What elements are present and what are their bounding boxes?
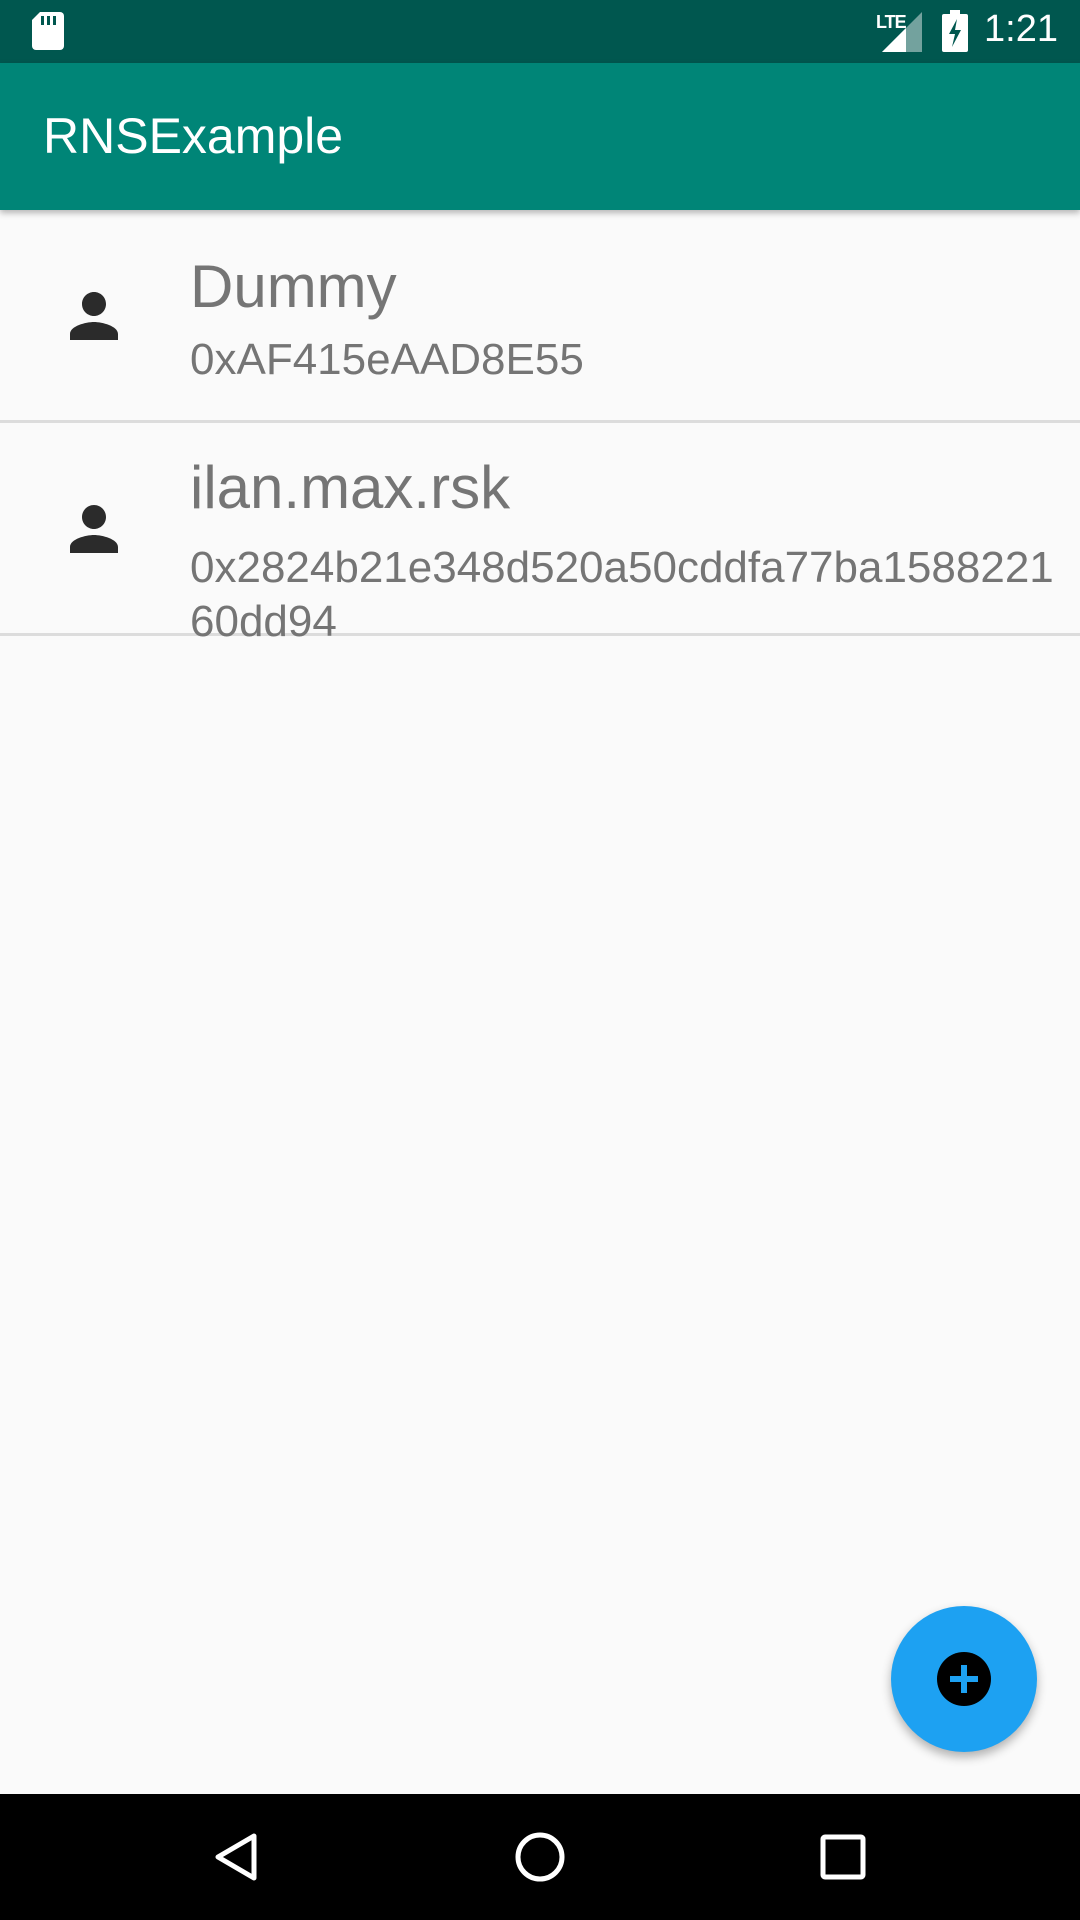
sd-card-icon — [32, 12, 64, 50]
battery-charging-icon — [942, 10, 968, 52]
status-bar: LTE 1:21 — [0, 0, 1080, 63]
status-clock: 1:21 — [984, 8, 1058, 50]
back-icon[interactable] — [202, 1822, 272, 1892]
contact-name: Dummy — [190, 253, 397, 320]
app-title: RNSExample — [43, 108, 344, 164]
person-icon — [70, 292, 118, 340]
contact-list-item[interactable]: ilan.max.rsk 0x2824b21e348d520a50cddfa77… — [0, 423, 1080, 646]
app-bar: RNSExample — [0, 63, 1080, 210]
home-icon[interactable] — [505, 1822, 575, 1892]
contact-list-item[interactable]: Dummy 0xAF415eAAD8E55 — [0, 210, 1080, 423]
person-icon — [70, 505, 118, 553]
recents-icon[interactable] — [808, 1822, 878, 1892]
contact-address: 0x2824b21e348d520a50cddfa77ba158822160dd… — [190, 543, 1054, 646]
navigation-bar — [0, 1794, 1080, 1920]
lte-signal-icon — [882, 12, 922, 52]
contact-name: ilan.max.rsk — [190, 454, 511, 521]
contact-list: Dummy 0xAF415eAAD8E55 ilan.max.rsk 0x282… — [0, 210, 1080, 646]
add-circle-icon — [937, 1652, 991, 1706]
contact-address: 0xAF415eAAD8E55 — [190, 335, 584, 384]
add-contact-button[interactable] — [891, 1606, 1037, 1752]
